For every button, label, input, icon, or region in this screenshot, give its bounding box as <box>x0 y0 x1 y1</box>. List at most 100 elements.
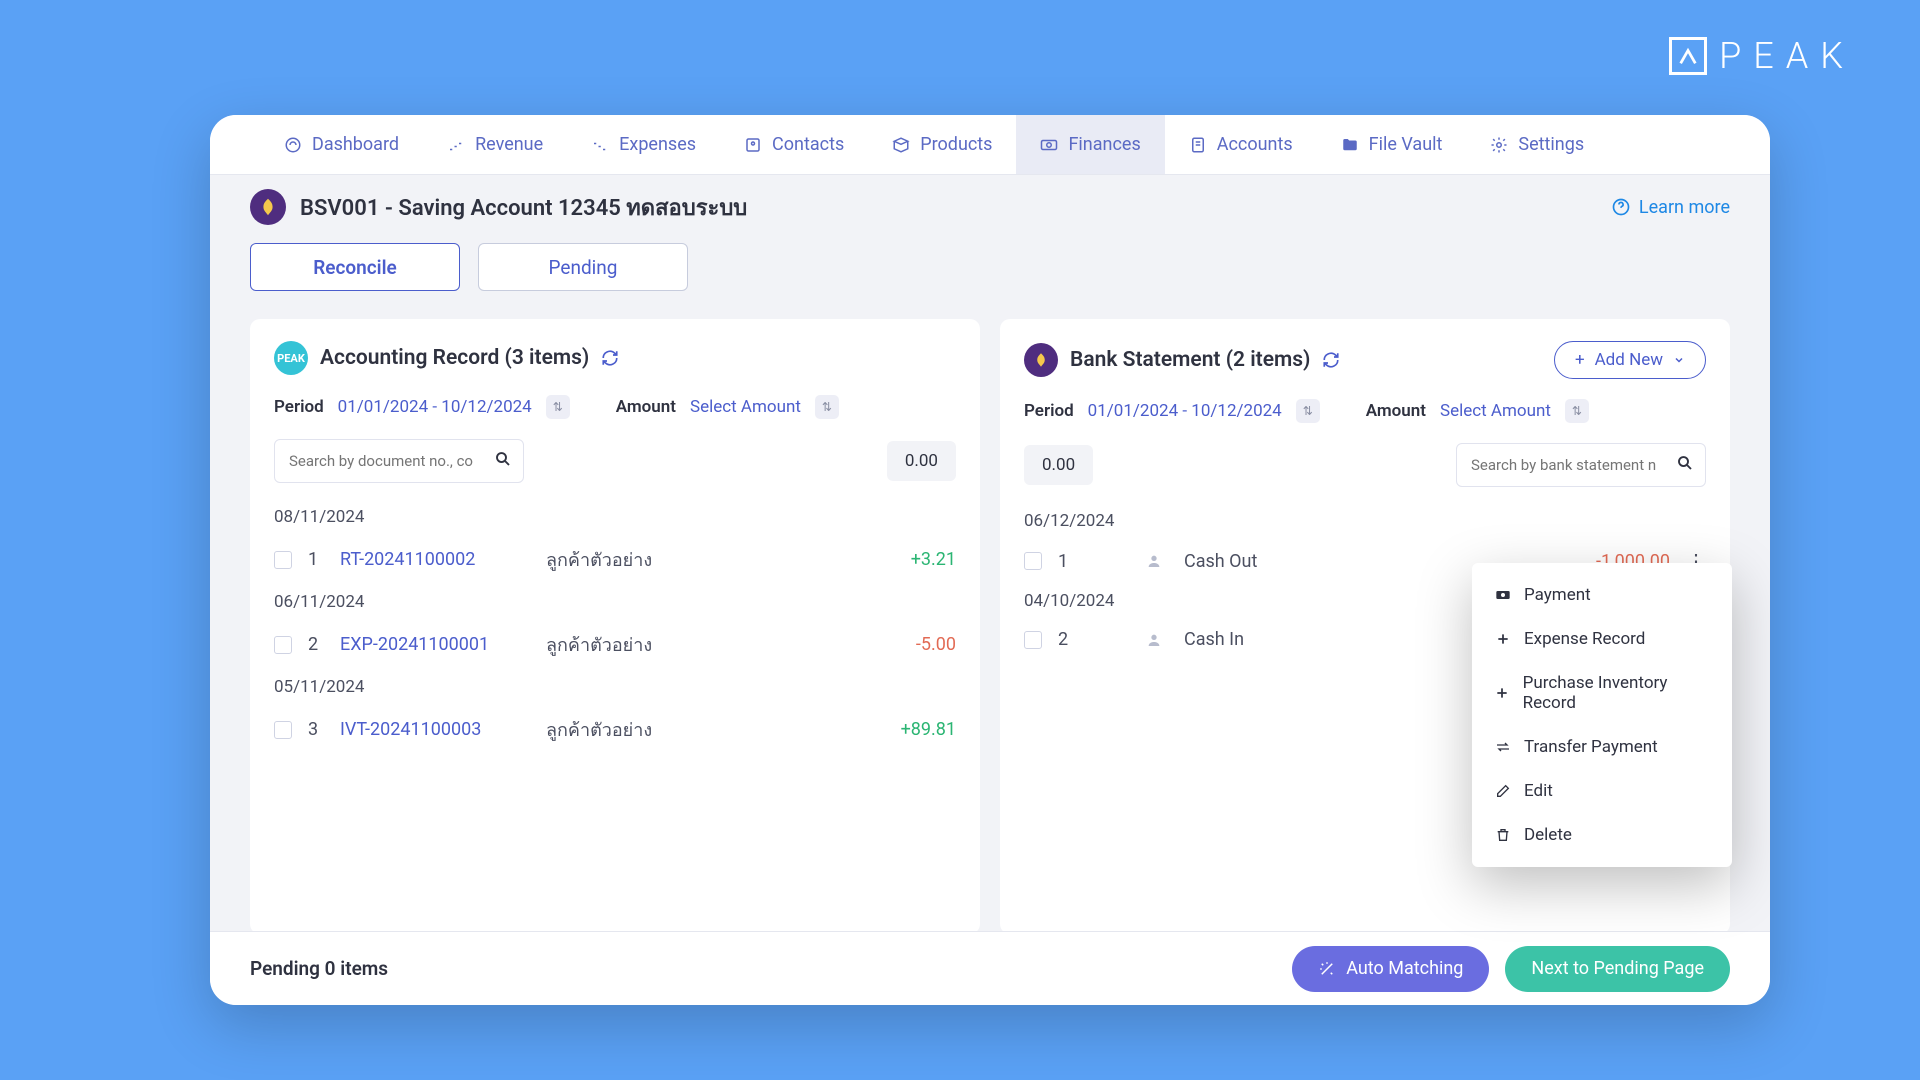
menu-label: Expense Record <box>1524 629 1645 649</box>
nav-label: Contacts <box>772 134 844 155</box>
brand-text: PEAK <box>1719 35 1855 77</box>
menu-label: Delete <box>1524 825 1572 845</box>
list-item[interactable]: 3 IVT-20241100003 ลูกค้าตัวอย่าง +89.81 <box>250 707 980 752</box>
learn-more-link[interactable]: Learn more <box>1611 197 1730 218</box>
search-input-wrap <box>274 439 524 483</box>
list-item[interactable]: 1 RT-20241100002 ลูกค้าตัวอย่าง +3.21 <box>250 537 980 582</box>
amount: -5.00 <box>916 634 956 655</box>
bank-icon <box>1024 343 1058 377</box>
folder-icon <box>1341 136 1359 154</box>
app-window: Dashboard Revenue Expenses Contacts Prod… <box>210 115 1770 1005</box>
menu-payment[interactable]: Payment <box>1472 573 1732 617</box>
amount-value[interactable]: Select Amount <box>690 397 801 417</box>
total-chip: 0.00 <box>1024 445 1093 485</box>
auto-matching-button[interactable]: Auto Matching <box>1292 946 1489 992</box>
checkbox[interactable] <box>274 551 292 569</box>
nav-label: File Vault <box>1369 134 1443 155</box>
list-item[interactable]: 2 EXP-20241100001 ลูกค้าตัวอย่าง -5.00 <box>250 622 980 667</box>
help-icon <box>1611 197 1631 217</box>
search-input-wrap <box>1456 443 1706 487</box>
date-group: 06/12/2024 <box>1000 501 1730 541</box>
tab-reconcile[interactable]: Reconcile <box>250 243 460 291</box>
panel-title: Accounting Record (3 items) <box>320 346 589 370</box>
nav-label: Finances <box>1068 134 1140 155</box>
nav-filevault[interactable]: File Vault <box>1317 115 1467 174</box>
checkbox[interactable] <box>274 721 292 739</box>
nav-dashboard[interactable]: Dashboard <box>260 115 423 174</box>
menu-purchase-inventory[interactable]: Purchase Inventory Record <box>1472 661 1732 725</box>
button-label: Auto Matching <box>1346 958 1463 979</box>
pending-count: Pending 0 items <box>250 957 388 980</box>
refresh-icon[interactable] <box>1322 351 1340 369</box>
search-input[interactable] <box>274 439 524 483</box>
sort-icon[interactable]: ⇅ <box>1296 399 1320 423</box>
row-index: 1 <box>308 549 324 570</box>
person-icon <box>1146 632 1162 648</box>
menu-expense-record[interactable]: Expense Record <box>1472 617 1732 661</box>
period-value[interactable]: 01/01/2024 - 10/12/2024 <box>1088 401 1282 421</box>
checkbox[interactable] <box>1024 631 1042 649</box>
amount: +89.81 <box>901 719 956 740</box>
button-label: Next to Pending Page <box>1531 958 1704 979</box>
brand-logo: PEAK <box>1669 35 1855 77</box>
bank-logo-icon <box>250 189 286 225</box>
doc-link[interactable]: RT-20241100002 <box>340 549 530 570</box>
amount-value[interactable]: Select Amount <box>1440 401 1551 421</box>
search-input[interactable] <box>1456 443 1706 487</box>
nav-contacts[interactable]: Contacts <box>720 115 868 174</box>
dashboard-icon <box>284 136 302 154</box>
tab-label: Reconcile <box>313 256 397 279</box>
accounting-record-panel: PEAK Accounting Record (3 items) Period … <box>250 319 980 934</box>
checkbox[interactable] <box>1024 552 1042 570</box>
nav-revenue[interactable]: Revenue <box>423 115 567 174</box>
tab-pending[interactable]: Pending <box>478 243 688 291</box>
nav-accounts[interactable]: Accounts <box>1165 115 1317 174</box>
sort-icon[interactable]: ⇅ <box>815 395 839 419</box>
menu-label: Purchase Inventory Record <box>1523 673 1710 713</box>
gear-icon <box>1490 136 1508 154</box>
row-context-menu: Payment Expense Record Purchase Inventor… <box>1472 563 1732 867</box>
menu-delete[interactable]: Delete <box>1472 813 1732 857</box>
nav-label: Expenses <box>619 134 696 155</box>
plus-icon <box>1494 686 1511 700</box>
period-label: Period <box>274 397 324 417</box>
menu-label: Payment <box>1524 585 1591 605</box>
menu-edit[interactable]: Edit <box>1472 769 1732 813</box>
wand-icon <box>1318 960 1336 978</box>
doc-link[interactable]: IVT-20241100003 <box>340 719 530 740</box>
checkbox[interactable] <box>274 636 292 654</box>
page-subheader: BSV001 - Saving Account 12345 ทดสอบระบบ … <box>210 175 1770 225</box>
plus-icon <box>1494 632 1512 646</box>
learn-more-label: Learn more <box>1639 197 1730 218</box>
row-index: 2 <box>308 634 324 655</box>
nav-label: Revenue <box>475 134 543 155</box>
add-new-label: Add New <box>1595 350 1663 370</box>
add-new-button[interactable]: + Add New <box>1554 341 1706 379</box>
nav-label: Settings <box>1518 134 1584 155</box>
refresh-icon[interactable] <box>601 349 619 367</box>
amount-label: Amount <box>1366 401 1426 421</box>
sort-icon[interactable]: ⇅ <box>1565 399 1589 423</box>
nav-products[interactable]: Products <box>868 115 1016 174</box>
nav-expenses[interactable]: Expenses <box>567 115 720 174</box>
row-index: 2 <box>1058 629 1074 650</box>
period-value[interactable]: 01/01/2024 - 10/12/2024 <box>338 397 532 417</box>
search-icon[interactable] <box>1676 454 1694 472</box>
nav-label: Accounts <box>1217 134 1293 155</box>
date-group: 05/11/2024 <box>250 667 980 707</box>
tab-label: Pending <box>549 256 618 279</box>
nav-finances[interactable]: Finances <box>1016 115 1164 174</box>
menu-transfer-payment[interactable]: Transfer Payment <box>1472 725 1732 769</box>
menu-label: Transfer Payment <box>1524 737 1658 757</box>
search-icon[interactable] <box>494 450 512 468</box>
next-pending-button[interactable]: Next to Pending Page <box>1505 946 1730 992</box>
plus-icon: + <box>1575 350 1585 370</box>
nav-settings[interactable]: Settings <box>1466 115 1608 174</box>
sort-icon[interactable]: ⇅ <box>546 395 570 419</box>
doc-link[interactable]: EXP-20241100001 <box>340 634 530 655</box>
nav-label: Products <box>920 134 992 155</box>
menu-label: Edit <box>1524 781 1553 801</box>
nav-label: Dashboard <box>312 134 399 155</box>
top-nav: Dashboard Revenue Expenses Contacts Prod… <box>210 115 1770 175</box>
chevron-down-icon <box>1673 354 1685 366</box>
